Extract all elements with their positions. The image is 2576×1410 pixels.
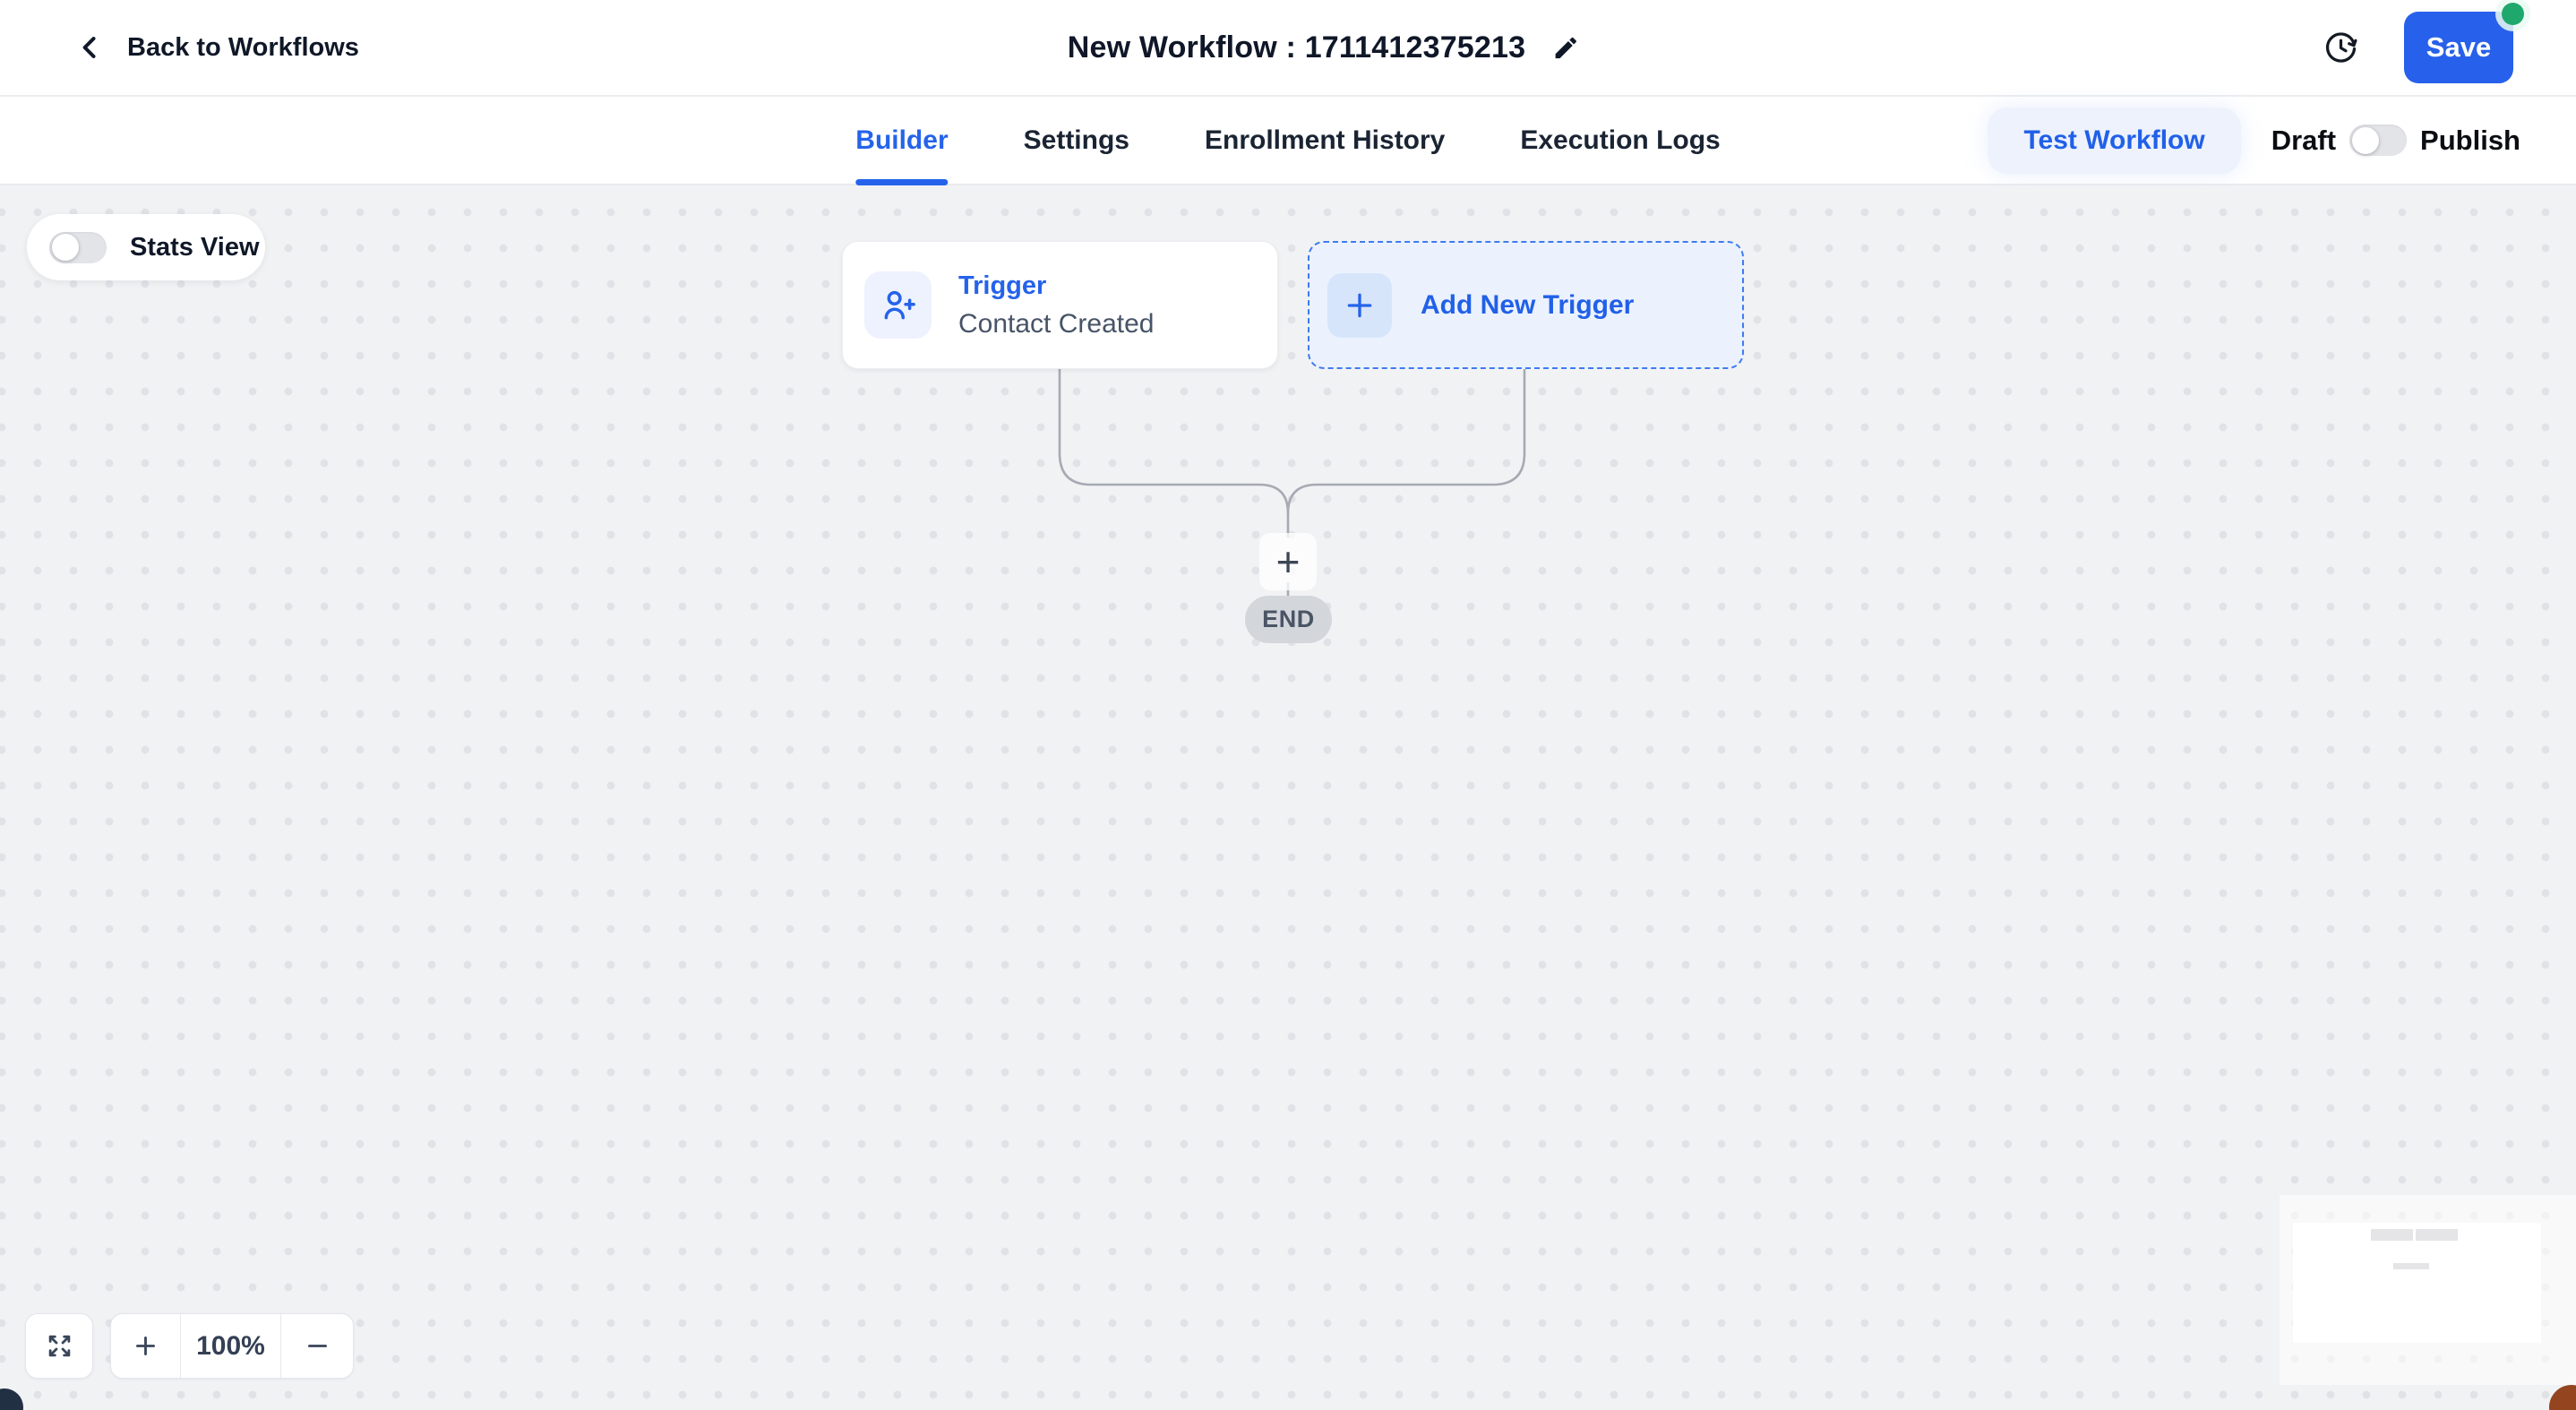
workflow-canvas[interactable]: Stats View Trigger Contact Created Add N… (0, 185, 2576, 1410)
zoom-controls: 100% (110, 1313, 354, 1379)
header-right-cluster: Save (2323, 3, 2524, 83)
header-bar: Back to Workflows New Workflow : 1711412… (0, 0, 2576, 97)
minimap-node-placeholder (2416, 1229, 2458, 1241)
save-label: Save (2426, 31, 2492, 63)
stats-view-toggle-knob (52, 234, 79, 261)
minimap-node-placeholder (2371, 1229, 2413, 1241)
user-plus-icon (864, 271, 932, 339)
minimap-node-placeholder (2393, 1263, 2429, 1269)
chevron-left-icon (75, 32, 106, 63)
publish-toggle-group: Draft Publish (2271, 125, 2520, 157)
minimap-widget[interactable] (2293, 1223, 2541, 1343)
trigger-card-title: Trigger (958, 271, 1047, 300)
page-title: New Workflow : 1711412375213 (1067, 30, 1526, 64)
tabs-group: Builder Settings Enrollment History Exec… (855, 97, 1721, 185)
back-label: Back to Workflows (127, 32, 359, 62)
save-button[interactable]: Save (2404, 3, 2524, 83)
fit-view-button[interactable] (25, 1313, 93, 1379)
zoom-level-value: 100% (180, 1314, 280, 1378)
unsaved-changes-dot (2502, 3, 2524, 25)
workflow-title-wrap: New Workflow : 1711412375213 (1068, 30, 1580, 65)
add-new-trigger-card[interactable]: Add New Trigger (1308, 241, 1744, 369)
back-to-workflows-button[interactable]: Back to Workflows (75, 32, 359, 63)
expand-arrows-icon (45, 1331, 74, 1361)
publish-toggle[interactable] (2349, 125, 2408, 156)
history-clock-icon[interactable] (2323, 30, 2359, 66)
publish-toggle-knob (2352, 126, 2380, 154)
tab-builder[interactable]: Builder (855, 97, 949, 185)
test-workflow-button[interactable]: Test Workflow (1988, 107, 2241, 174)
zoom-out-button[interactable] (280, 1314, 353, 1378)
connector-lines (1058, 366, 1526, 598)
tab-settings[interactable]: Settings (1024, 97, 1129, 184)
stats-view-label: Stats View (130, 232, 260, 262)
corner-artifact-left (0, 1389, 23, 1410)
add-action-plus-node[interactable]: + (1259, 533, 1317, 590)
draft-label: Draft (2271, 124, 2337, 156)
tab-execution-logs[interactable]: Execution Logs (1520, 97, 1720, 184)
tab-enrollment-history[interactable]: Enrollment History (1205, 97, 1445, 184)
tabbar-right-cluster: Test Workflow Draft Publish (1988, 97, 2520, 184)
trigger-node-card[interactable]: Trigger Contact Created (842, 241, 1278, 369)
trigger-card-text: Trigger Contact Created (958, 271, 1154, 340)
workflow-tabbar: Builder Settings Enrollment History Exec… (0, 97, 2576, 185)
end-node: END (1245, 596, 1332, 643)
corner-artifact-right (2549, 1385, 2576, 1410)
plus-icon (1327, 272, 1392, 338)
add-new-trigger-label: Add New Trigger (1421, 289, 1635, 320)
stats-view-control: Stats View (27, 214, 265, 280)
publish-label: Publish (2420, 124, 2520, 156)
edit-title-pencil-icon[interactable] (1552, 34, 1580, 62)
stats-view-toggle[interactable] (49, 231, 107, 263)
trigger-card-subtitle: Contact Created (958, 308, 1155, 339)
zoom-in-button[interactable] (111, 1314, 180, 1378)
